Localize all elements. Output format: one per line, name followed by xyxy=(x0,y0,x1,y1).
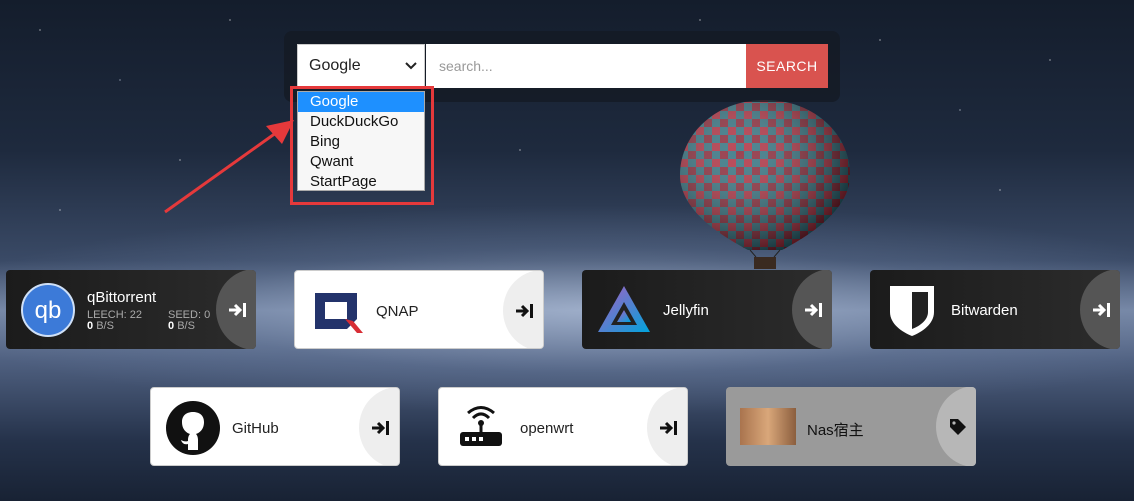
seed-rate-value: 0 xyxy=(168,320,175,332)
annotation-arrow xyxy=(164,120,294,214)
tile-name: QNAP xyxy=(376,303,419,320)
arrow-to-bar-icon xyxy=(660,421,677,435)
tile-name: Bitwarden xyxy=(951,302,1018,319)
tag-icon xyxy=(950,419,966,435)
tile-github[interactable]: GitHub xyxy=(150,387,400,466)
tile-bitwarden[interactable]: Bitwarden xyxy=(870,270,1120,349)
tile-openwrt[interactable]: openwrt xyxy=(438,387,688,466)
qnap-icon xyxy=(315,293,363,333)
leech-rate-unit: B/S xyxy=(96,320,114,332)
tile-jellyfin[interactable]: Jellyfin xyxy=(582,270,832,349)
bitwarden-icon xyxy=(890,286,934,336)
hot-air-balloon-image xyxy=(680,100,850,269)
search-input[interactable]: search... xyxy=(426,44,746,88)
arrow-to-bar-icon xyxy=(805,303,822,317)
search-button[interactable]: SEARCH xyxy=(746,44,828,88)
qbittorrent-icon: qb xyxy=(21,283,75,337)
tile-name: Jellyfin xyxy=(663,302,709,319)
annotation-highlight-box xyxy=(290,86,434,205)
selected-engine-label: Google xyxy=(309,57,361,74)
seed-stat: SEED: 0 0 B/S xyxy=(168,310,210,332)
arrow-to-bar-icon xyxy=(516,304,533,318)
tile-nas-host[interactable]: Nas宿主 xyxy=(726,387,976,466)
tile-name: qBittorrent xyxy=(87,289,157,306)
search-placeholder: search... xyxy=(439,58,493,74)
arrow-to-bar-icon xyxy=(229,303,246,317)
arrow-to-bar-icon xyxy=(372,421,389,435)
tile-qnap[interactable]: QNAP xyxy=(294,270,544,349)
seed-rate-unit: B/S xyxy=(177,320,195,332)
svg-text:qb: qb xyxy=(35,297,62,324)
thumbnail-image xyxy=(740,408,796,445)
tile-name: GitHub xyxy=(232,420,279,437)
tile-qbittorrent[interactable]: qb qBittorrent LEECH: 22 0 B/S SEED: 0 0… xyxy=(6,270,256,349)
tile-name: openwrt xyxy=(520,420,574,437)
router-icon xyxy=(460,406,502,446)
jellyfin-icon xyxy=(598,286,650,332)
chevron-down-icon xyxy=(405,62,417,70)
search-engine-select[interactable]: Google xyxy=(297,44,425,88)
leech-stat: LEECH: 22 0 B/S xyxy=(87,310,142,332)
leech-rate-value: 0 xyxy=(87,320,94,332)
github-icon xyxy=(166,401,220,455)
arrow-to-bar-icon xyxy=(1093,303,1110,317)
tile-name: Nas宿主 xyxy=(807,422,864,439)
